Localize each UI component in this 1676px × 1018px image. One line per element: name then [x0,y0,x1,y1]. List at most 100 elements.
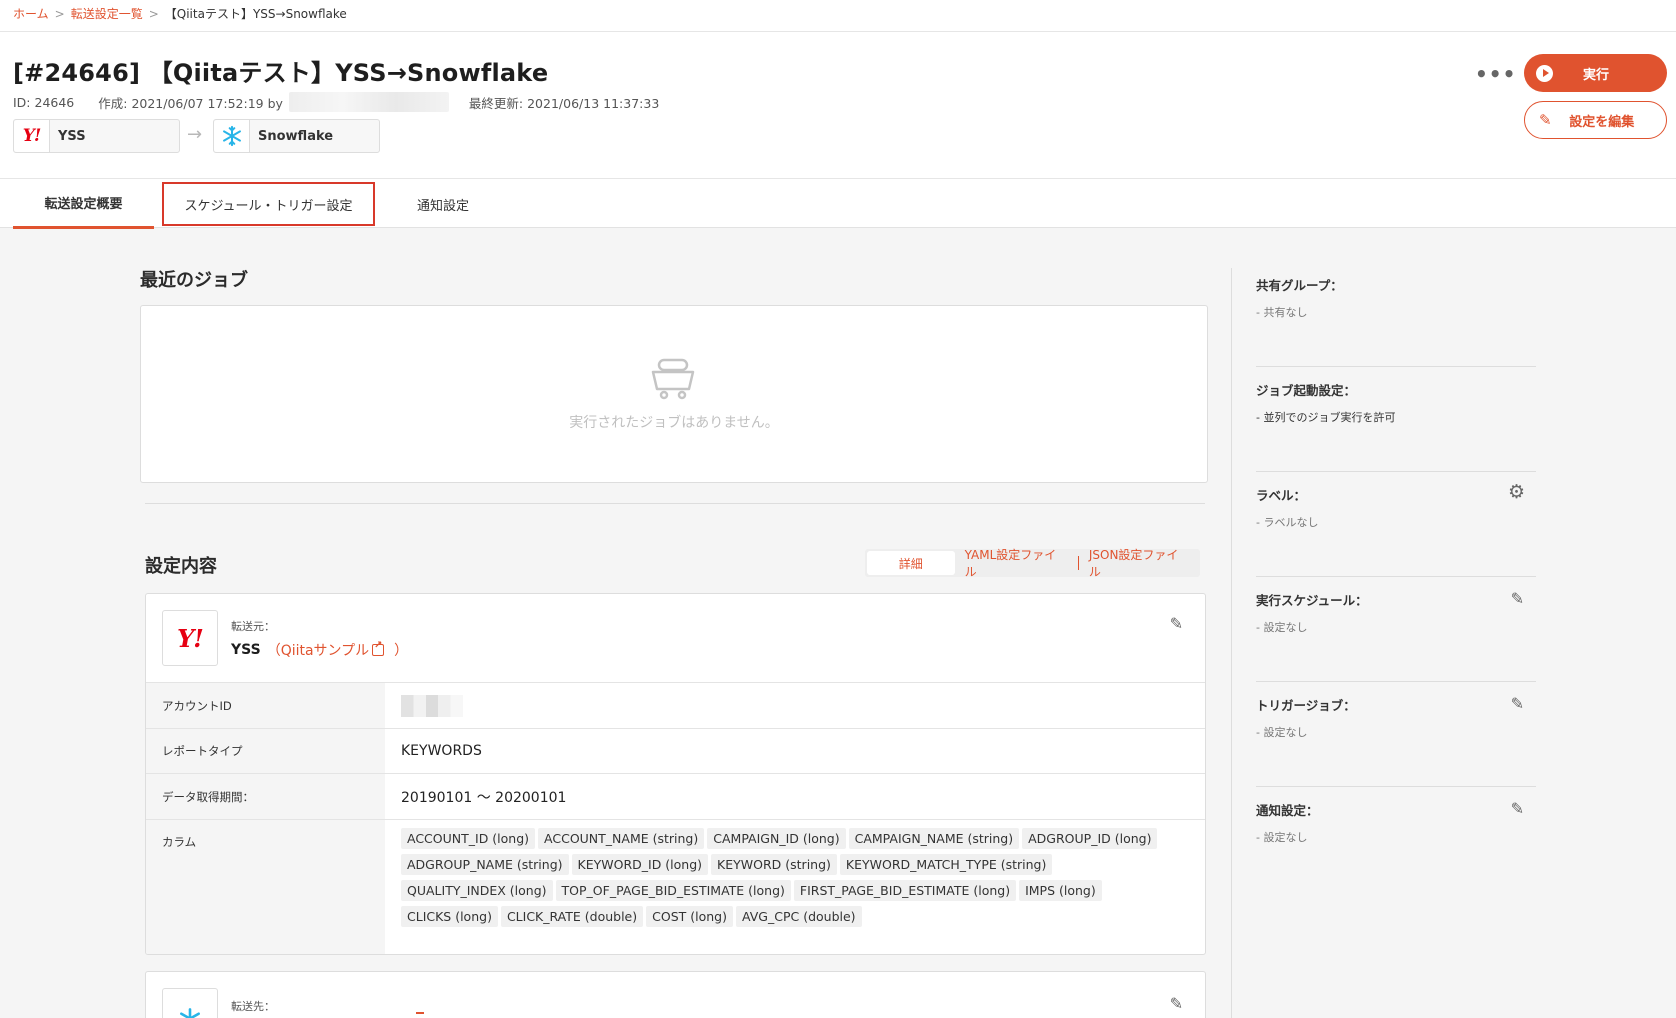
sidebar-title: ラベル： [1256,488,1307,503]
breadcrumb-list[interactable]: 転送設定一覧 [71,5,143,22]
page-header: ホーム > 転送設定一覧 > 【Qiitaテスト】YSS→Snowflake [… [0,0,1676,229]
open-paren: （ [266,643,281,659]
breadcrumb-separator: > [54,6,65,21]
column-chip: KEYWORD_ID (long) [571,854,709,875]
play-icon [1536,64,1553,82]
pencil-icon[interactable]: ✎ [1511,694,1524,713]
pencil-icon[interactable]: ✎ [1170,994,1183,1013]
connection-link[interactable]: Qiitaサンプル [281,640,369,660]
column-chip: KEYWORD (string) [711,854,837,875]
breadcrumb: ホーム > 転送設定一覧 > 【Qiitaテスト】YSS→Snowflake [13,5,347,22]
snowflake-logo-icon [162,988,218,1018]
destination-settings-card: 転送先： ✎ [145,971,1206,1018]
breadcrumb-separator: > [148,6,159,21]
column-chip: CLICK_RATE (double) [500,906,644,927]
empty-jobs-text: 実行されたジョブはありません。 [569,415,779,431]
breadcrumb-current: 【Qiitaテスト】YSS→Snowflake [164,7,347,21]
source-connector-badge: Y! YSS [13,119,180,153]
column-chip: QUALITY_INDEX (long) [401,880,553,901]
external-link-icon[interactable] [372,640,385,656]
pencil-icon[interactable]: ✎ [1170,614,1183,633]
setting-key: アカウントID [146,683,385,728]
settings-title: 設定内容 [145,556,217,577]
redacted-author [288,92,449,112]
sidebar-title: ジョブ起動設定： [1256,383,1357,398]
recent-jobs-title: 最近のジョブ [140,270,248,291]
highlight-box [162,182,375,226]
pencil-icon[interactable]: ✎ [1511,589,1524,608]
redacted-value [401,694,463,717]
link-fragment [416,1012,424,1014]
sidebar-desc: - 設定なし [1256,726,1308,739]
setting-row: レポートタイプ KEYWORDS [146,728,1205,773]
sidebar-schedule: 実行スケジュール： - 設定なし ✎ [1256,577,1536,682]
transfer-id: ID: 24646 [13,94,75,110]
source-title: YSS （ Qiitaサンプル ） [231,640,408,660]
setting-row: データ取得期間： 20190101 〜 20200101 [146,773,1205,819]
column-chip: COST (long) [646,906,733,927]
sidebar-notification: 通知設定： - 設定なし ✎ [1256,787,1536,892]
view-yaml-option[interactable]: YAML設定ファイル [955,546,1078,580]
pencil-icon: ✎ [1539,111,1552,129]
tab-bar: 転送設定概要 スケジュール・トリガー設定 通知設定 [0,178,1676,229]
pencil-icon[interactable]: ✎ [1511,799,1524,818]
sidebar-desc: - 設定なし [1256,621,1308,634]
divider [1231,268,1232,1018]
setting-value: KEYWORDS [401,743,482,759]
close-paren: ） [394,643,409,659]
column-chip: CAMPAIGN_ID (long) [707,828,846,849]
run-button-label: 実行 [1582,67,1609,83]
setting-row: カラム ACCOUNT_ID (long) ACCOUNT_NAME (strin… [146,819,1205,954]
source-name: YSS [231,642,261,658]
destination-name: Snowflake [258,128,334,144]
sidebar-title: 共有グループ： [1256,278,1343,293]
source-settings-card: Y! 転送元： YSS （ Qiitaサンプル ） ✎ アカウントID レポート… [145,593,1206,955]
column-chip-list: ACCOUNT_ID (long) ACCOUNT_NAME (string) CA… [385,820,1205,954]
sidebar-job-launch: ジョブ起動設定： - 並列でのジョブ実行を許可 [1256,367,1536,472]
more-options-button[interactable]: ••• [1475,62,1516,86]
column-chip: FIRST_PAGE_BID_ESTIMATE (long) [793,880,1017,901]
tab-notification[interactable]: 通知設定 [400,179,486,229]
breadcrumb-home[interactable]: ホーム [13,5,49,22]
yss-logo-icon: Y! [162,610,218,666]
column-chip: KEYWORD_MATCH_TYPE (string) [839,854,1053,875]
column-chip: AVG_CPC (double) [735,906,862,927]
column-chip: CAMPAIGN_NAME (string) [848,828,1020,849]
column-chip: CLICKS (long) [401,906,498,927]
column-chip: TOP_OF_PAGE_BID_ESTIMATE (long) [555,880,791,901]
sidebar-desc: - ラベルなし [1256,516,1319,529]
sidebar-title: トリガージョブ： [1256,698,1356,713]
sidebar-desc: - 設定なし [1256,831,1308,844]
setting-key: カラム [146,820,385,954]
view-json-option[interactable]: JSON設定ファイル [1079,546,1200,580]
page-title: [#24646] 【Qiitaテスト】YSS→Snowflake [13,59,549,87]
meta-info: ID: 24646 作成: 2021/06/07 17:52:19 by 最終更… [13,92,659,112]
snowflake-logo-icon [214,120,250,152]
edit-settings-button[interactable]: ✎ 設定を編集 [1524,101,1667,139]
source-sublabel: 転送元： [231,620,275,633]
column-chip: IMPS (long) [1019,880,1102,901]
setting-key: データ取得期間： [146,774,385,819]
setting-value: 20190101 〜 20200101 [401,789,567,806]
gear-icon[interactable]: ⚙ [1508,481,1525,503]
column-chip: ADGROUP_NAME (string) [401,854,569,875]
view-detail-option[interactable]: 詳細 [867,551,955,575]
run-button[interactable]: 実行 [1524,54,1667,92]
column-chip: ADGROUP_ID (long) [1022,828,1158,849]
created-info: 作成: 2021/06/07 17:52:19 by [98,95,283,111]
destination-connector-badge: Snowflake [213,119,380,153]
sidebar-desc: - 並列でのジョブ実行を許可 [1256,411,1396,424]
sidebar-shared-groups: 共有グループ： - 共有なし [1256,262,1536,367]
tab-overview[interactable]: 転送設定概要 [13,179,154,229]
yss-logo-icon: Y! [14,120,50,152]
setting-key: レポートタイプ [146,729,385,773]
source-name: YSS [58,128,86,144]
sidebar-title: 通知設定： [1256,803,1319,818]
column-chip: ACCOUNT_NAME (string) [538,828,705,849]
column-chip: ACCOUNT_ID (long) [401,828,536,849]
view-format-switcher: 詳細 YAML設定ファイル JSON設定ファイル [865,546,1200,580]
sidebar-trigger-job: トリガージョブ： - 設定なし ✎ [1256,682,1536,787]
divider [0,31,1676,32]
updated-info: 最終更新: 2021/06/13 11:37:33 [468,95,660,111]
sidebar-title: 実行スケジュール： [1256,593,1368,608]
